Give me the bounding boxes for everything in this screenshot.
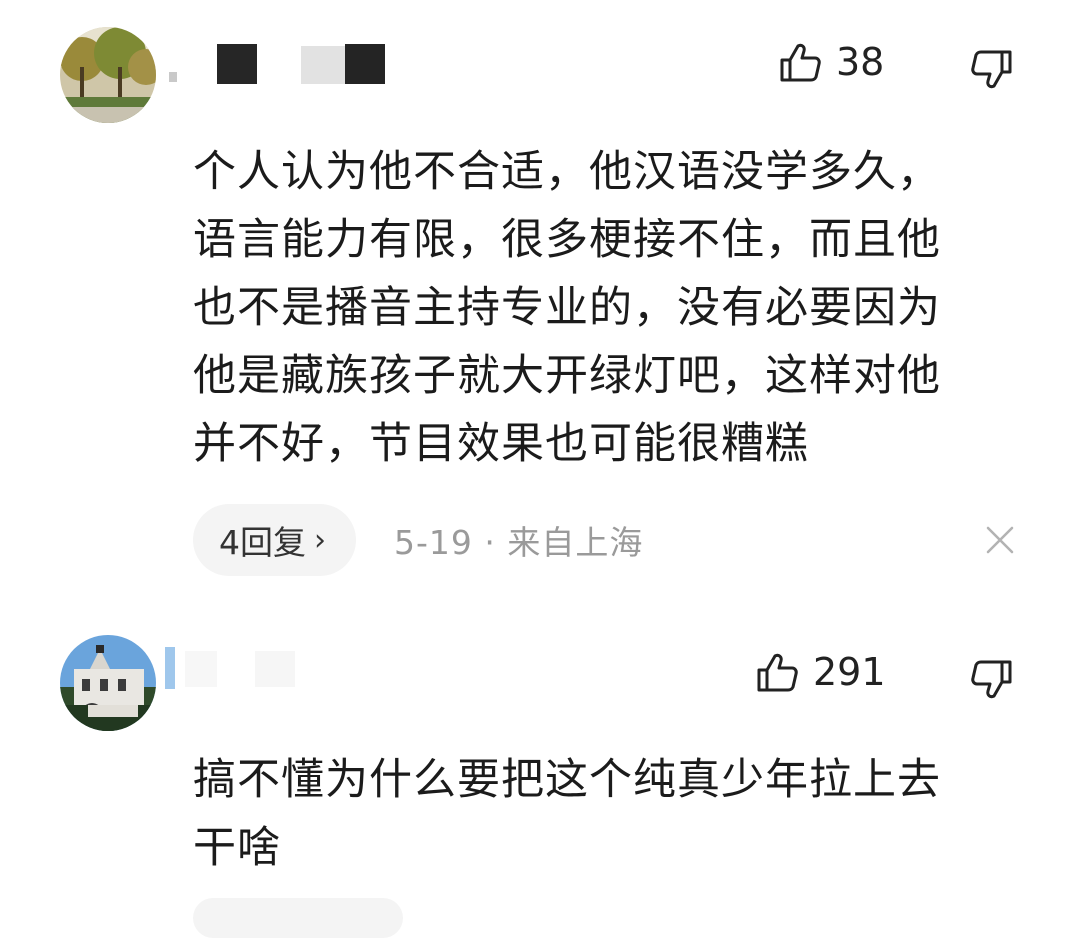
like-count: 291: [813, 650, 886, 694]
comment-date-location: 5-19 · 来自上海: [394, 523, 644, 562]
thumbs-down-icon[interactable]: [970, 48, 1014, 92]
comment-meta-row: 4回复 › 5-19 · 来自上海: [193, 504, 643, 576]
chevron-right-icon: ›: [314, 522, 326, 558]
comment-text: 搞不懂为什么要把这个纯真少年拉上去 干啥: [193, 755, 941, 873]
building-photo-avatar-icon: [60, 635, 156, 731]
username-redacted[interactable]: [165, 42, 395, 86]
comment-item: 291 搞不懂为什么要把这个纯真少年拉上去 干啥: [0, 600, 1075, 909]
comment-text: 个人认为他不合适，他汉语没学多久， 语言能力有限，很多梗接不住，而且他 也不是播…: [193, 147, 941, 469]
avatar[interactable]: [60, 27, 156, 123]
thumbs-up-icon: [780, 43, 821, 82]
thumbs-down-icon[interactable]: [970, 658, 1014, 702]
like-button[interactable]: 291: [755, 650, 886, 694]
avatar[interactable]: [60, 635, 156, 731]
thumbs-up-icon: [757, 653, 798, 692]
replies-label: 4回复: [219, 523, 306, 562]
comment-item: 38 个人认为他不合适，他汉语没学多久， 语言能力有限，很多梗接不住，而且他 也…: [0, 0, 1075, 600]
close-icon[interactable]: [985, 525, 1015, 555]
like-count: 38: [836, 40, 885, 84]
tree-photo-avatar-icon: [60, 27, 156, 123]
username-redacted[interactable]: [165, 645, 305, 689]
like-button[interactable]: 38: [778, 40, 884, 84]
replies-button[interactable]: [193, 898, 403, 938]
replies-button[interactable]: 4回复 ›: [193, 504, 356, 576]
